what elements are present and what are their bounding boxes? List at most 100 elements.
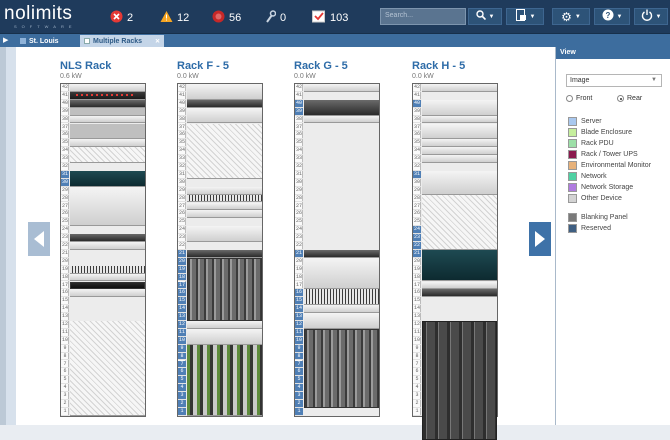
minor-alarms-counter[interactable]: 56 (212, 10, 241, 26)
rack-unit-number: 10 (295, 336, 303, 345)
rack-device[interactable] (70, 289, 145, 298)
rack-device[interactable] (70, 242, 145, 250)
rack-unit-number: 42 (61, 84, 69, 92)
rack-device[interactable] (422, 155, 497, 163)
rack-h-5[interactable]: Rack H - 5 0.0 kW 42 41 40 39 38 37 36 35 34 33 32… (412, 60, 498, 440)
rack-unit-number: 29 (178, 186, 186, 195)
rack-unit-number: 27 (178, 202, 186, 211)
rack-unit-number: 22 (61, 242, 69, 250)
rack-device[interactable] (422, 139, 497, 148)
rack-device[interactable] (187, 210, 262, 219)
tasks-counter[interactable]: 103 (312, 10, 348, 26)
rack-unit-number: 29 (413, 186, 421, 195)
critical-alarms-counter[interactable]: 2 (110, 10, 133, 26)
settings-menu-button[interactable]: ⚙ ▼ (552, 8, 590, 25)
legend-label: Server (581, 118, 602, 125)
rack-g-5[interactable]: Rack G - 5 0.0 kW 42 41 40 39 38 37 36 35 34 33 32… (294, 60, 380, 417)
rack-device[interactable] (422, 84, 497, 92)
previous-racks-button[interactable] (28, 222, 50, 256)
rack-device[interactable] (304, 249, 379, 258)
rack-device[interactable] (422, 321, 497, 440)
rack-unit-number: 17 (413, 281, 421, 290)
rack-device[interactable] (70, 281, 145, 290)
rack-device[interactable] (422, 289, 497, 298)
rack-device[interactable] (304, 313, 379, 329)
rack-device[interactable] (70, 265, 145, 274)
search-icon (475, 10, 486, 23)
rack-unit-number: 35 (413, 139, 421, 148)
rack-device[interactable] (70, 107, 145, 116)
rack-device[interactable] (187, 99, 262, 108)
rack-device[interactable] (422, 147, 497, 156)
rack-device[interactable] (187, 202, 262, 211)
rack-device[interactable] (422, 99, 497, 116)
reports-menu-button[interactable]: ▼ (506, 8, 544, 25)
close-tab-icon[interactable]: ✕ (155, 38, 160, 45)
rack-unit-number: 2 (295, 400, 303, 408)
rack-unit-number: 13 (178, 313, 186, 321)
rack-device[interactable] (304, 289, 379, 306)
next-racks-button[interactable] (529, 222, 551, 256)
rack-device[interactable] (304, 99, 379, 116)
rack-device[interactable] (70, 170, 145, 187)
rack-device[interactable] (70, 115, 145, 124)
rack-unit-number: 33 (413, 155, 421, 163)
rack-device[interactable] (304, 305, 379, 314)
rack-device[interactable] (422, 123, 497, 140)
rack-device[interactable] (70, 139, 145, 148)
legend-item: Blanking Panel (568, 212, 651, 223)
rack-device[interactable] (187, 249, 262, 258)
rack-device[interactable] (187, 321, 262, 329)
rack-device[interactable] (70, 186, 145, 227)
rack-device[interactable] (304, 328, 379, 408)
rack-device[interactable] (187, 344, 262, 416)
rack-device[interactable] (304, 257, 379, 290)
legend-label: Other Device (581, 195, 622, 202)
search-input[interactable]: Search... (380, 8, 466, 25)
rack-device[interactable] (70, 123, 145, 140)
maintenance-counter[interactable]: 0 (265, 10, 286, 26)
face-front-radio[interactable]: Front (566, 95, 592, 102)
rack-title: Rack G - 5 (294, 60, 348, 72)
legend-swatch (568, 213, 577, 222)
rack-unit-number: 23 (413, 234, 421, 242)
rack-device[interactable] (422, 249, 497, 282)
rack-device[interactable] (70, 234, 145, 242)
rack-device[interactable] (187, 226, 262, 242)
rack-device[interactable] (422, 281, 497, 290)
rack-title: Rack H - 5 (412, 60, 466, 72)
rack-device[interactable] (422, 115, 497, 124)
rack-device[interactable] (187, 84, 262, 100)
help-menu-button[interactable]: ? ▼ (594, 8, 630, 25)
view-mode-select[interactable]: Image ▼ (566, 74, 662, 87)
rack-device[interactable] (187, 328, 262, 345)
collapse-sidebar-icon[interactable]: ▶ (3, 36, 8, 44)
rack-device[interactable] (187, 107, 262, 124)
rack-device[interactable] (70, 273, 145, 282)
rack-device[interactable] (187, 194, 262, 203)
warnings-counter[interactable]: 12 (160, 10, 189, 26)
rack-device[interactable] (304, 84, 379, 92)
rack-device[interactable] (187, 186, 262, 195)
rack-unit-number: 31 (413, 170, 421, 179)
rack-unit-number: 16 (61, 289, 69, 298)
rack-unit-number: 19 (413, 265, 421, 274)
rack-unit-number: 15 (413, 297, 421, 306)
rack-device[interactable] (304, 115, 379, 124)
rack-nls[interactable]: NLS Rack 0.6 kW 42 41 40 39 38 37 36 35 34 33 32 31… (60, 60, 146, 417)
rack-f-5[interactable]: Rack F - 5 0.0 kW 42 41 40 39 38 37 36 35 34 33 32… (177, 60, 263, 417)
rack-unit-number: 6 (61, 368, 69, 377)
tab-multiple-racks[interactable]: Multiple Racks ✕ (80, 35, 164, 47)
rack-device[interactable] (422, 170, 497, 195)
tab-st-louis[interactable]: St. Louis (16, 35, 63, 47)
rack-unit-number: 40 (413, 99, 421, 108)
rack-device[interactable] (187, 257, 262, 321)
rack-unit-number: 21 (178, 249, 186, 258)
power-menu-button[interactable]: ▼ (634, 8, 668, 25)
rack-device[interactable] (70, 91, 145, 100)
rack-device[interactable] (70, 99, 145, 108)
rack-unit-number: 20 (295, 257, 303, 266)
search-button[interactable]: ▼ (468, 8, 502, 25)
face-rear-radio[interactable]: Rear (617, 95, 642, 102)
rack-device[interactable] (70, 84, 145, 92)
